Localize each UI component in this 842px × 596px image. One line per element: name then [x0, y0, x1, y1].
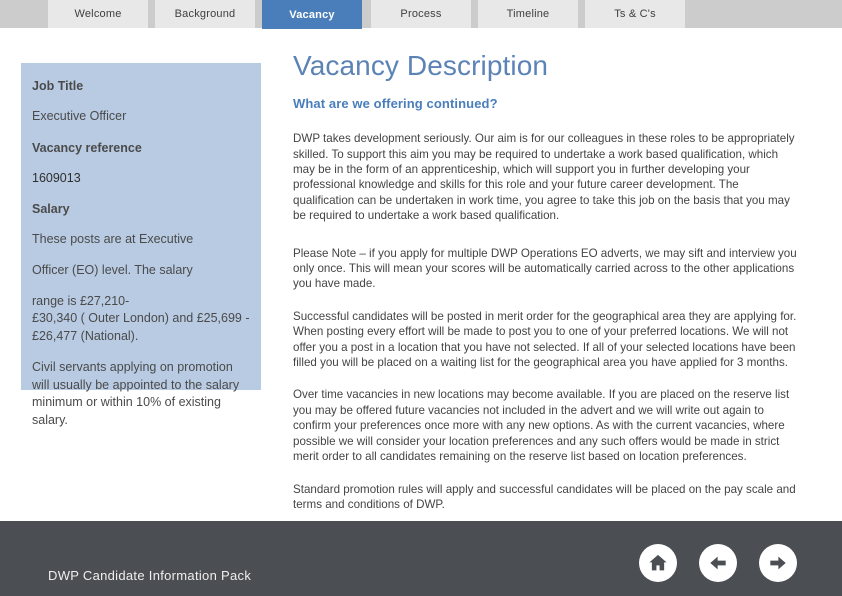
next-button[interactable] — [759, 544, 797, 582]
salary-line-1: These posts are at Executive — [32, 232, 194, 247]
arrow-left-icon — [707, 552, 729, 574]
footer-label: DWP Candidate Information Pack — [48, 568, 252, 583]
salary-label: Salary — [32, 202, 70, 217]
footer-bar: DWP Candidate Information Pack — [0, 521, 842, 596]
main-content: Vacancy Description What are we offering… — [293, 50, 803, 512]
tab-label: Timeline — [506, 8, 550, 20]
home-icon — [647, 552, 669, 574]
tab-label: Background — [174, 8, 236, 20]
footer-navigation — [639, 544, 797, 582]
section-subtitle: What are we offering continued? — [293, 96, 498, 112]
tab-process[interactable]: Process — [371, 0, 471, 28]
job-title-label: Job Title — [32, 79, 84, 93]
arrow-right-icon — [767, 552, 789, 574]
tab-vacancy[interactable]: Vacancy — [262, 0, 362, 29]
tab-timeline[interactable]: Timeline — [478, 0, 578, 28]
job-title-value: Executive Officer — [32, 108, 127, 123]
body-paragraph: Over time vacancies in new locations may… — [293, 388, 790, 464]
home-button[interactable] — [639, 544, 677, 582]
tab-label: Ts & C's — [614, 8, 656, 20]
page-title: Vacancy Description — [293, 50, 549, 81]
previous-button[interactable] — [699, 544, 737, 582]
salary-line-2: Officer (EO) level. The salary — [32, 262, 193, 277]
salary-line-5: £26,477 (National). — [32, 329, 139, 344]
salary-line-4: £30,340 ( Outer London) and £25,699 - — [32, 311, 250, 326]
vacancy-reference-label: Vacancy reference — [32, 140, 142, 155]
salary-line-3: range is £27,210- — [32, 293, 130, 308]
vacancy-reference-value: 1609013 — [32, 170, 81, 185]
tab-ts-and-cs[interactable]: Ts & C's — [585, 0, 685, 28]
tab-welcome[interactable]: Welcome — [48, 0, 148, 28]
tab-label: Welcome — [74, 8, 122, 20]
tab-label: Vacancy — [289, 8, 335, 21]
tab-label: Process — [400, 8, 442, 20]
tab-background[interactable]: Background — [155, 0, 255, 28]
body-paragraph: Standard promotion rules will apply and … — [293, 482, 796, 511]
body-paragraph: Please Note – if you apply for multiple … — [293, 246, 797, 291]
tab-bar: Welcome Background Vacancy Process Timel… — [0, 0, 842, 29]
promotion-note: Civil servants applying on promotion wil… — [32, 359, 240, 428]
body-paragraph: DWP takes development seriously. Our aim… — [293, 132, 795, 223]
vacancy-summary-panel: Job Title Executive Officer Vacancy refe… — [21, 63, 261, 427]
body-paragraph: Successful candidates will be posted in … — [293, 309, 797, 370]
